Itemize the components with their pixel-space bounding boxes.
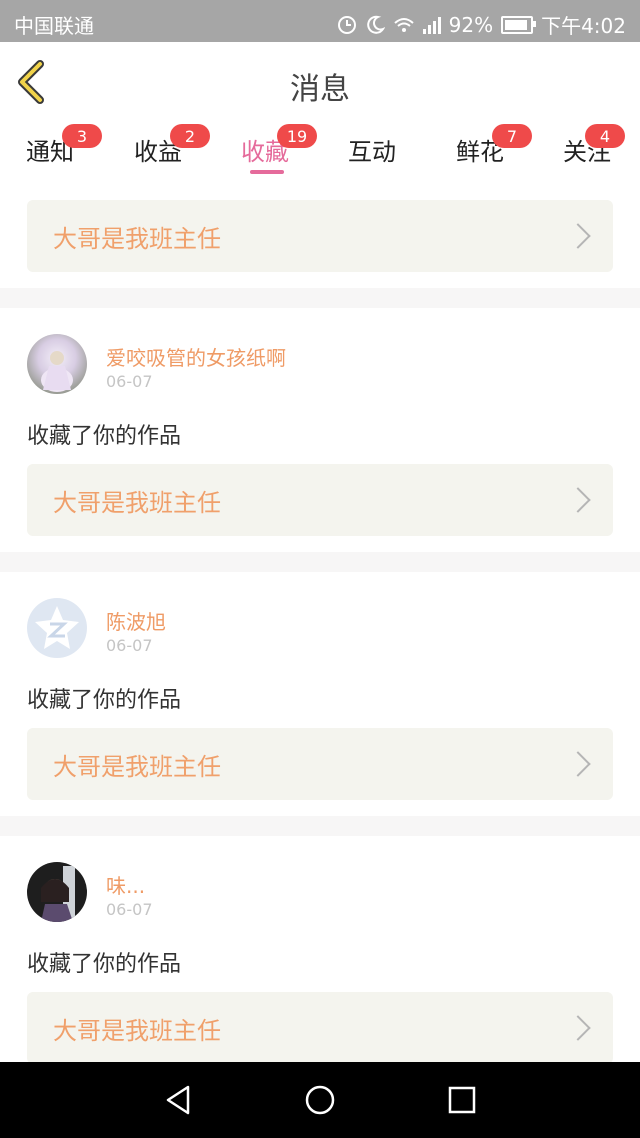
tab-interaction[interactable]: 互动 <box>348 132 396 167</box>
tab-badge: 3 <box>62 124 102 148</box>
nav-recents-button[interactable] <box>446 1084 478 1116</box>
signal-icon <box>421 15 441 35</box>
system-nav-bar <box>0 1062 640 1138</box>
date: 06-07 <box>106 900 153 919</box>
work-title: 大哥是我班主任 <box>53 224 221 253</box>
tab-badge: 19 <box>277 124 317 148</box>
triangle-back-icon <box>166 1085 190 1115</box>
user-name[interactable]: 爱咬吸管的女孩纸啊 <box>106 342 286 371</box>
work-title: 大哥是我班主任 <box>53 488 221 517</box>
chevron-right-icon <box>565 223 591 249</box>
work-link[interactable]: 大哥是我班主任 <box>27 728 613 800</box>
status-right: 92% 下午4:02 <box>337 10 626 39</box>
tab-badge: 2 <box>170 124 210 148</box>
list-item: 陈波旭 06-07 收藏了你的作品 大哥是我班主任 <box>0 572 640 816</box>
user-name[interactable]: 味... <box>106 870 145 899</box>
action-text: 收藏了你的作品 <box>27 424 182 449</box>
circle-home-icon <box>305 1085 335 1115</box>
action-text: 收藏了你的作品 <box>27 952 182 977</box>
list-item: 爱咬吸管的女孩纸啊 06-07 收藏了你的作品 大哥是我班主任 <box>0 308 640 552</box>
nav-back-button[interactable] <box>162 1084 194 1116</box>
header: 消息 <box>0 42 640 121</box>
tab-badge: 4 <box>585 124 625 148</box>
tab-bar: 通知 3 收益 2 收藏 19 互动 鲜花 7 关注 4 <box>0 120 640 180</box>
avatar[interactable] <box>27 334 87 394</box>
battery-icon <box>501 15 537 34</box>
moon-icon <box>365 15 386 35</box>
default-avatar-icon <box>35 606 79 649</box>
action-text: 收藏了你的作品 <box>27 688 182 713</box>
tab-following[interactable]: 关注 4 <box>563 124 625 167</box>
list-item: 大哥是我班主任 <box>0 180 640 288</box>
chevron-right-icon <box>565 1015 591 1041</box>
tab-label: 互动 <box>348 138 396 166</box>
list-item: 味... 06-07 收藏了你的作品 大哥是我班主任 <box>0 836 640 1064</box>
status-bar: 中国联通 92% 下午4:02 <box>0 0 640 42</box>
date: 06-07 <box>106 372 153 391</box>
nav-home-button[interactable] <box>304 1084 336 1116</box>
work-link[interactable]: 大哥是我班主任 <box>27 992 613 1064</box>
chevron-right-icon <box>565 751 591 777</box>
tab-notice[interactable]: 通知 3 <box>26 124 102 167</box>
wifi-icon <box>393 15 414 35</box>
time-label: 下午4:02 <box>541 14 626 38</box>
battery-percent: 92% <box>448 12 494 37</box>
chevron-right-icon <box>565 487 591 513</box>
work-title: 大哥是我班主任 <box>53 1016 221 1045</box>
carrier-label: 中国联通 <box>14 14 94 38</box>
active-tab-indicator <box>250 170 284 174</box>
avatar[interactable] <box>27 598 87 658</box>
tab-badge: 7 <box>492 124 532 148</box>
avatar[interactable] <box>27 862 87 922</box>
tab-favorites[interactable]: 收藏 19 <box>241 124 317 167</box>
work-title: 大哥是我班主任 <box>53 752 221 781</box>
clock-alarm-icon <box>337 15 357 35</box>
page-title: 消息 <box>290 72 350 107</box>
date: 06-07 <box>106 636 153 655</box>
tab-earnings[interactable]: 收益 2 <box>134 124 210 167</box>
square-recents-icon <box>448 1086 476 1114</box>
user-name[interactable]: 陈波旭 <box>106 606 166 635</box>
work-link[interactable]: 大哥是我班主任 <box>27 464 613 536</box>
work-link[interactable]: 大哥是我班主任 <box>27 200 613 272</box>
tab-flowers[interactable]: 鲜花 7 <box>456 124 532 167</box>
